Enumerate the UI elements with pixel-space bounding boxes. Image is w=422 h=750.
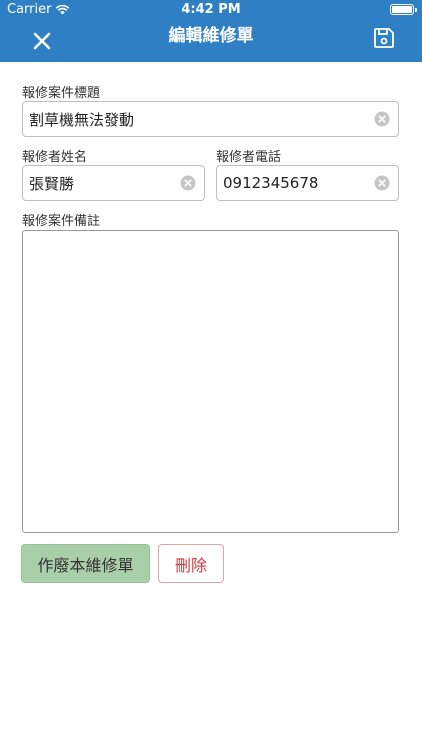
notes-textarea[interactable]: [22, 230, 399, 533]
reporter-phone-field: [216, 165, 399, 201]
case-title-label: 報修案件標題: [22, 86, 101, 101]
clear-icon[interactable]: [374, 175, 390, 191]
status-time: 4:42 PM: [181, 2, 241, 17]
battery-icon: [390, 4, 417, 15]
reporter-phone-label: 報修者電話: [216, 150, 282, 165]
reporter-phone-input[interactable]: [223, 166, 366, 200]
reporter-name-field: [22, 165, 205, 201]
delete-button[interactable]: 刪除: [158, 544, 224, 583]
reporter-name-label: 報修者姓名: [22, 150, 88, 165]
reporter-name-input[interactable]: [29, 166, 172, 200]
save-icon[interactable]: [372, 26, 396, 50]
clear-icon[interactable]: [374, 111, 390, 127]
page-title: 編輯維修單: [168, 26, 254, 46]
case-title-field: [22, 101, 399, 137]
void-order-button[interactable]: 作廢本維修單: [21, 544, 150, 583]
notes-label: 報修案件備註: [22, 214, 101, 229]
case-title-input[interactable]: [29, 102, 366, 136]
status-bar: Carrier 4:42 PM: [0, 0, 422, 20]
clear-icon[interactable]: [180, 175, 196, 191]
app-header: Carrier 4:42 PM 編輯維修單: [0, 0, 422, 62]
nav-bar: 編輯維修單: [0, 20, 422, 62]
